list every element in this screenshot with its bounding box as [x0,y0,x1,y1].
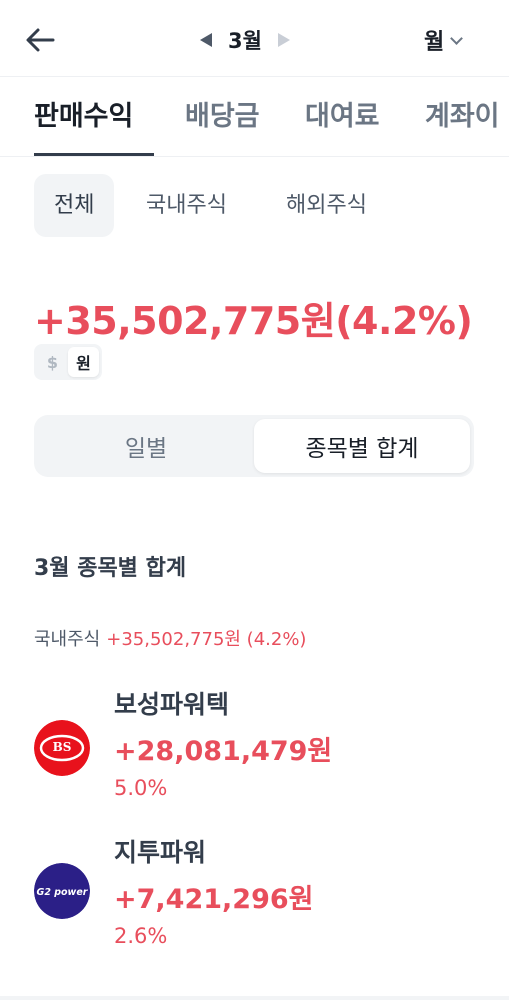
period-dropdown[interactable]: 월 [424,22,464,58]
arrow-left-icon [26,28,55,52]
total-income: +35,502,775원(4.2%) [34,299,473,343]
stock-amount: +28,081,479원 [114,736,333,767]
summary-value: +35,502,775원 (4.2%) [106,629,307,650]
bottom-divider [0,996,509,1000]
currency-dollar[interactable]: $ [37,347,68,377]
tab-lending-fee[interactable]: 대여료 [305,94,380,133]
top-bar: 3월 월 [0,0,509,76]
stock-percent: 5.0% [114,776,168,800]
g2power-logo-icon: G2 power [34,863,90,919]
stock-amount: +7,421,296원 [114,884,314,915]
stock-item-g2power[interactable]: G2 power 지투파워 +7,421,296원 2.6% [34,833,474,963]
month-label: 3월 [228,29,262,53]
stock-item-boseong[interactable]: BS 보성파워텍 +28,081,479원 5.0% [34,685,474,815]
divider [0,156,509,157]
logo-text: BS [53,740,72,754]
income-tabs: 판매수익 배당금 대여료 계좌이 [0,76,509,156]
tab-dividends[interactable]: 배당금 [185,94,260,133]
view-toggle: 일별 종목별 합계 [34,415,474,477]
period-label: 월 [424,30,445,55]
back-button[interactable] [22,22,58,58]
summary-label: 국내주식 [34,629,101,650]
triangle-right-icon[interactable] [277,33,290,47]
by-stock-view-button[interactable]: 종목별 합계 [254,419,470,473]
tab-sales-income[interactable]: 판매수익 [34,94,133,133]
stock-name: 보성파워텍 [114,690,230,719]
chevron-down-icon [450,31,464,45]
tab-account-interest[interactable]: 계좌이 [425,94,500,133]
filter-all[interactable]: 전체 [34,174,115,237]
logo-text: G2 power [37,887,89,898]
triangle-left-icon[interactable] [200,33,212,47]
filter-domestic[interactable]: 국내주식 [146,174,227,237]
boseong-logo-icon: BS [34,720,90,776]
filter-overseas[interactable]: 해외주식 [286,174,367,237]
currency-toggle: $ 원 [34,344,102,380]
currency-won[interactable]: 원 [68,347,99,377]
month-navigator: 3월 [200,22,290,58]
daily-view-button[interactable]: 일별 [38,419,254,473]
stock-name: 지투파워 [114,838,207,867]
section-title: 3월 종목별 합계 [34,556,187,581]
stock-percent: 2.6% [114,924,168,948]
domestic-summary: 국내주식 +35,502,775원 (4.2%) [34,625,306,651]
